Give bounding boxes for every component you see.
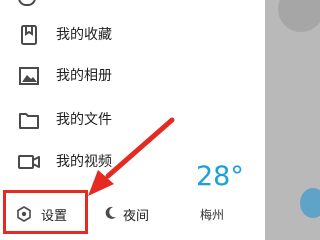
red-arrow-annotation bbox=[88, 117, 175, 196]
partial-app-icon bbox=[300, 188, 320, 218]
navigation-drawer: 我的收藏 我的相册 我的文件 我的视频 设置 夜间 28° 梅州 bbox=[0, 0, 265, 240]
